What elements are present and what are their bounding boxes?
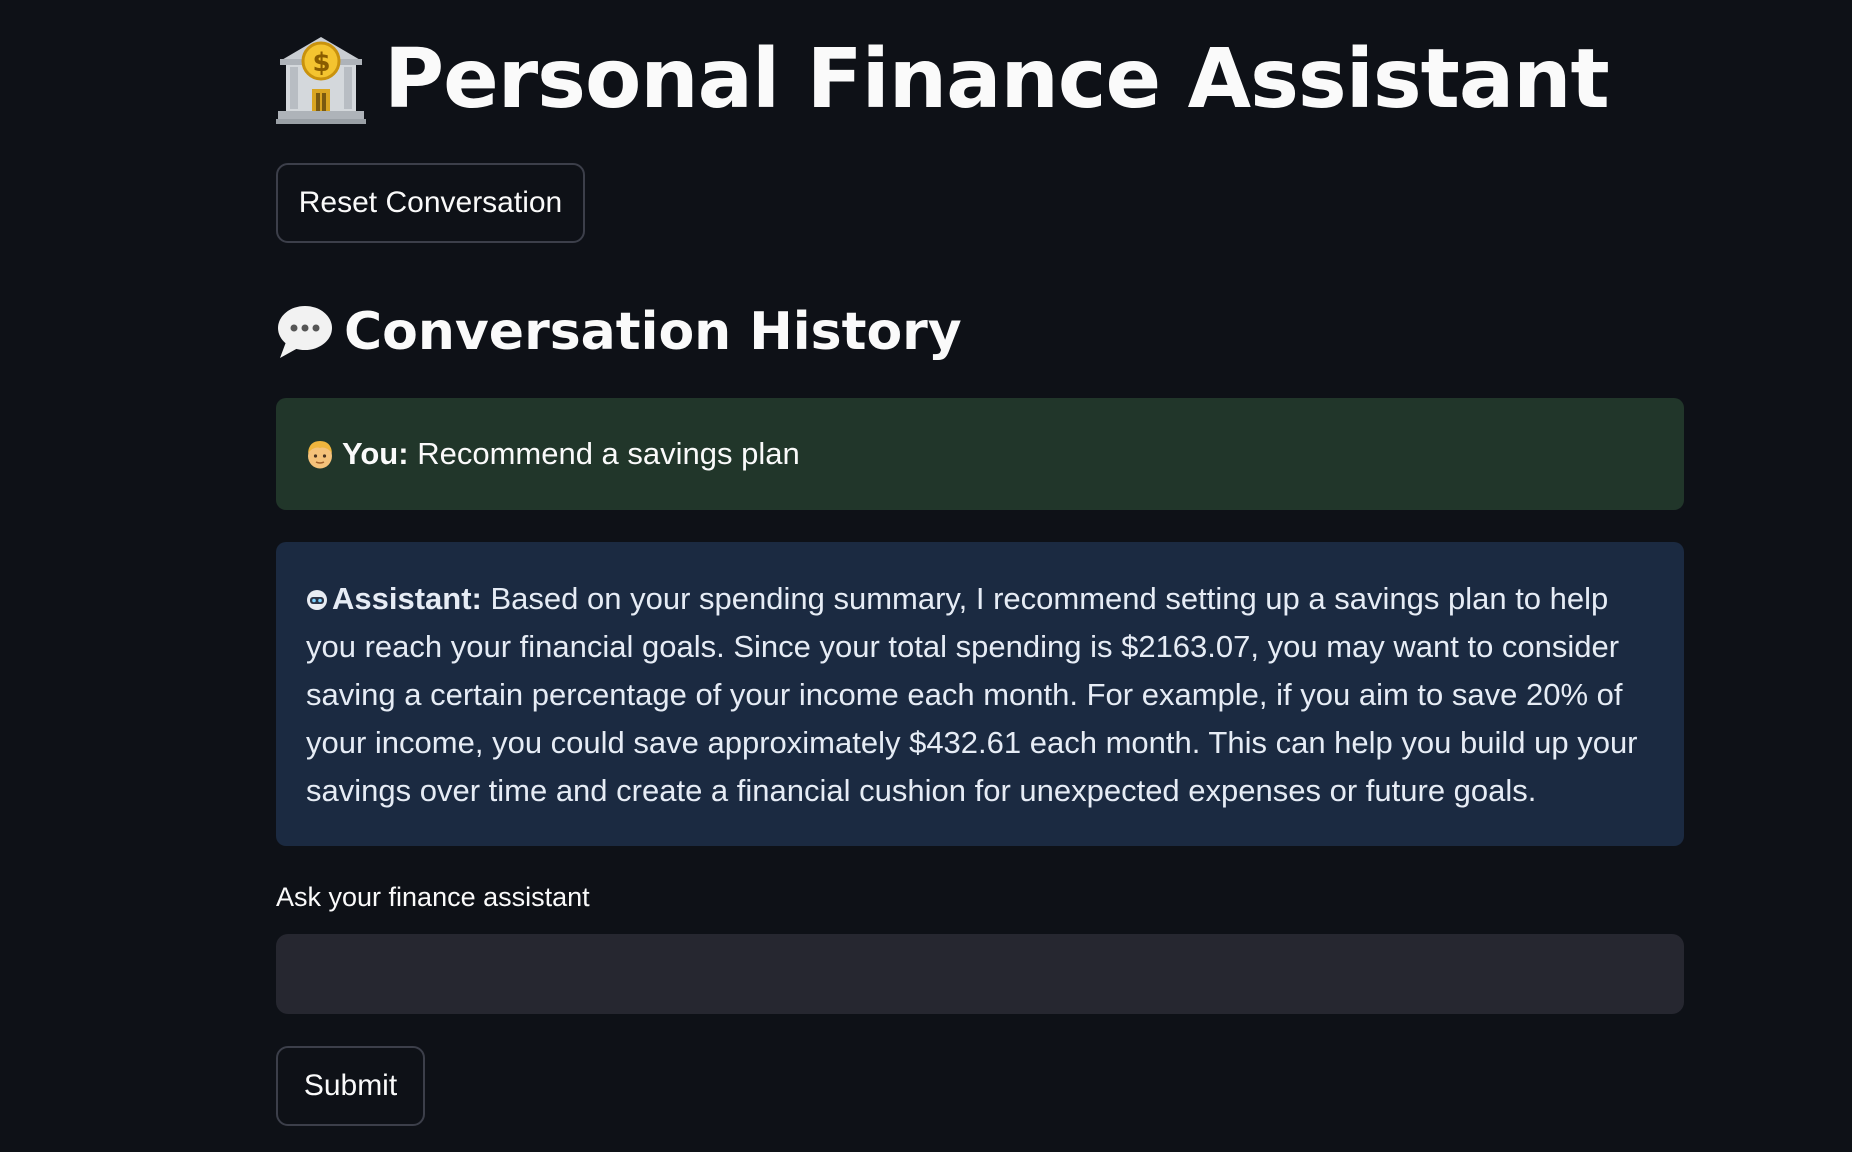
conversation-history-title: Conversation History <box>344 302 962 362</box>
person-icon <box>306 435 334 469</box>
robot-icon <box>306 577 328 610</box>
page-title-text: Personal Finance Assistant <box>384 31 1610 127</box>
user-message-content: You: Recommend a savings plan <box>306 430 800 478</box>
user-message: You: Recommend a savings plan <box>276 398 1684 510</box>
page-title: $ Personal Finance Assistant <box>276 24 1610 134</box>
speech-bubble-icon <box>276 304 334 360</box>
finance-query-input[interactable] <box>276 934 1684 1014</box>
submit-button[interactable]: Submit <box>276 1046 425 1126</box>
svg-text:$: $ <box>312 48 329 78</box>
assistant-message-text: Based on your spending summary, I recomm… <box>306 581 1638 808</box>
user-speaker-label: You: <box>342 436 409 471</box>
assistant-message: Assistant: Based on your spending summar… <box>276 542 1684 846</box>
user-message-text: Recommend a savings plan <box>417 436 800 471</box>
bank-icon: $ <box>276 33 366 125</box>
reset-conversation-button[interactable]: Reset Conversation <box>276 163 585 243</box>
query-input-label: Ask your finance assistant <box>276 882 590 912</box>
assistant-speaker-label: Assistant: <box>332 581 482 616</box>
conversation-history-heading: Conversation History <box>276 296 962 368</box>
